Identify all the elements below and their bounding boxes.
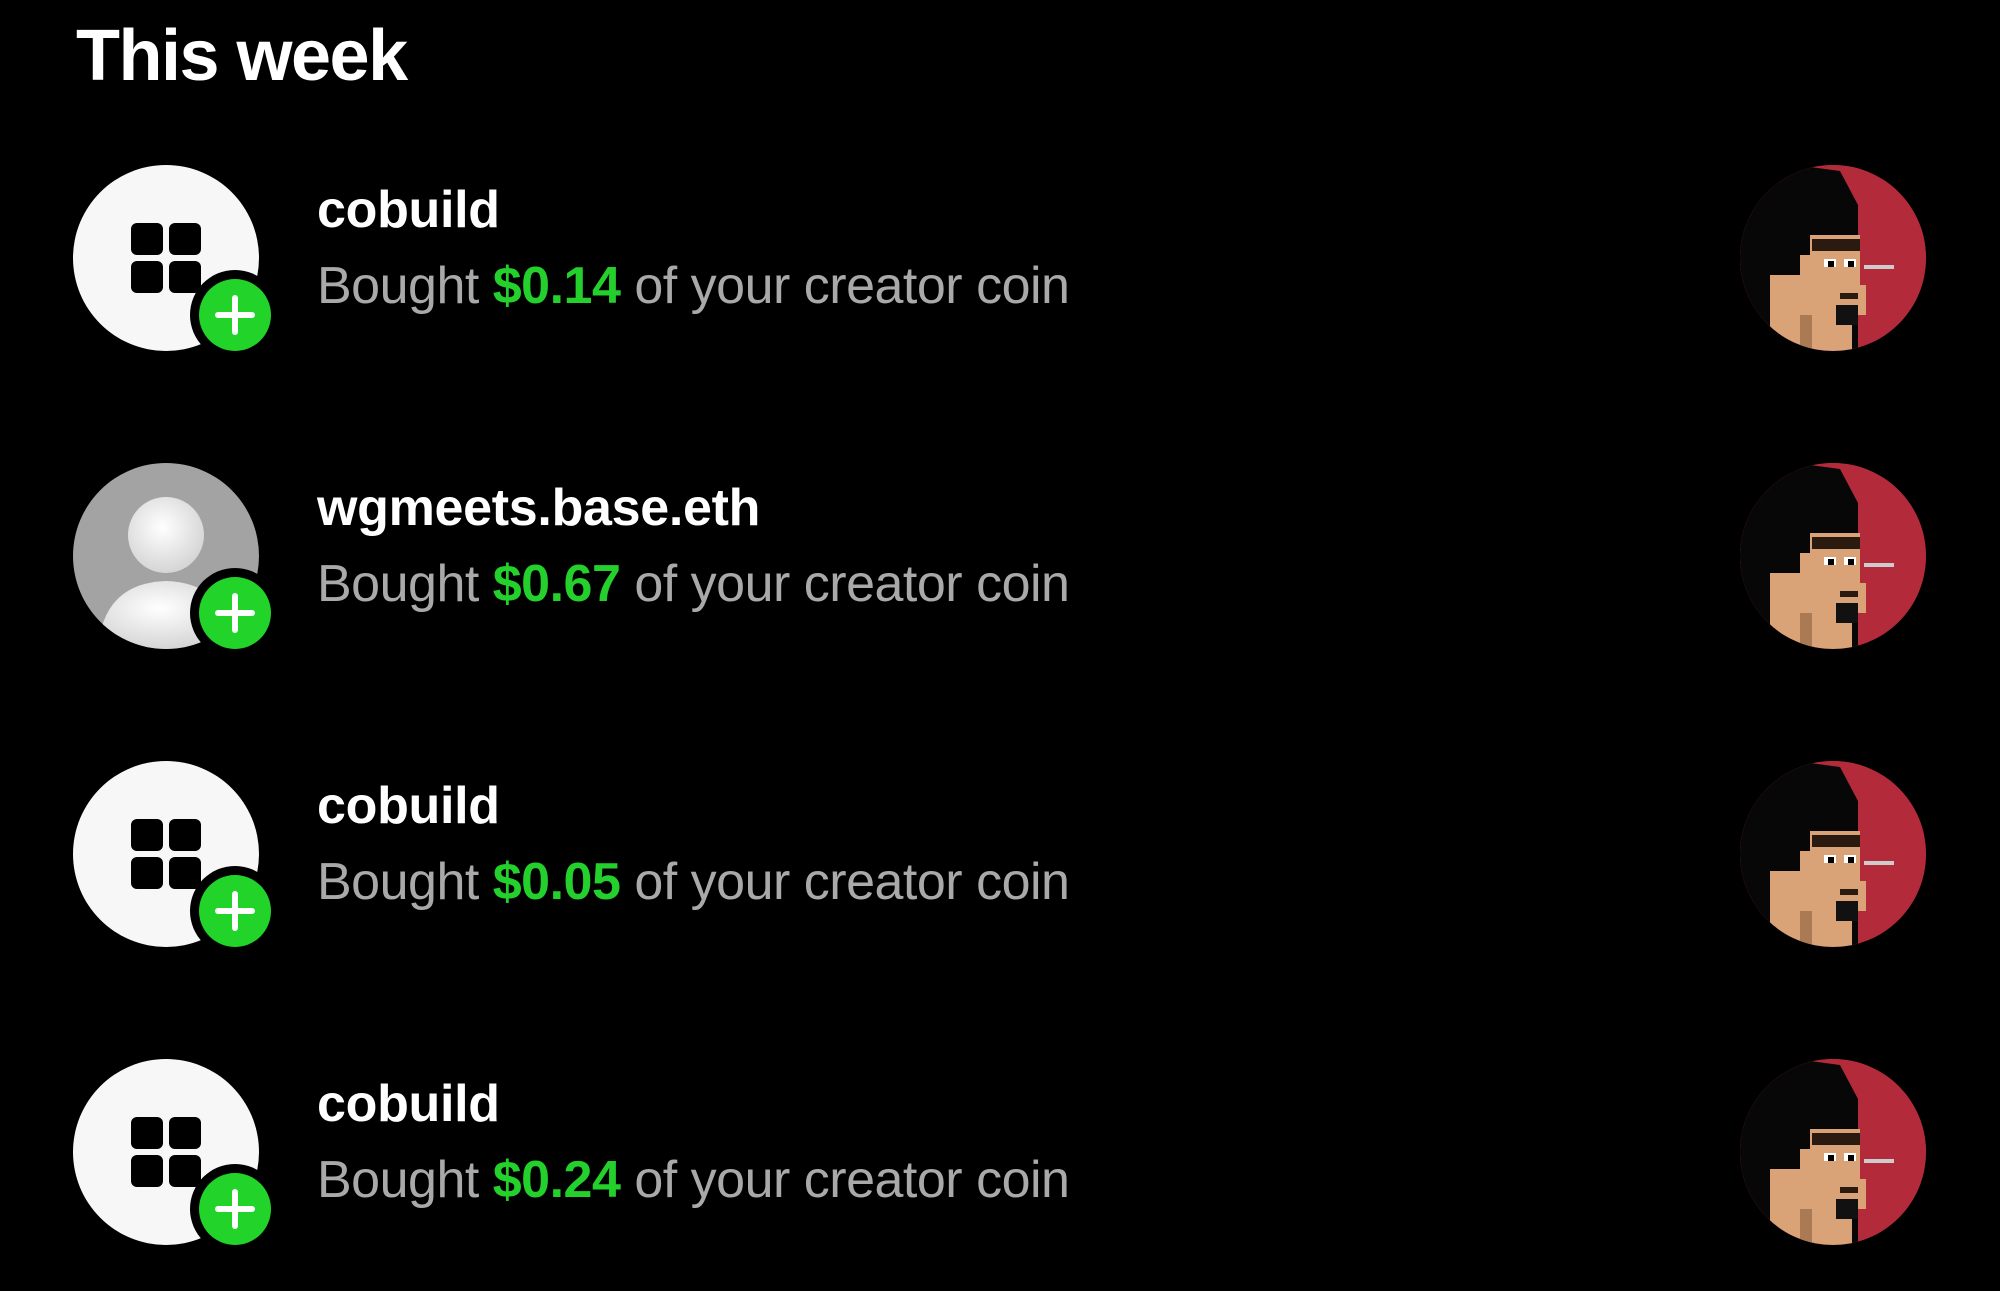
activity-amount: $0.67 <box>492 555 621 613</box>
follow-plus-button[interactable] <box>190 270 280 360</box>
activity-amount: $0.14 <box>492 257 621 315</box>
activity-prefix: Bought <box>317 1151 479 1209</box>
activity-suffix: of your creator coin <box>634 1151 1070 1209</box>
activity-suffix: of your creator coin <box>634 853 1070 911</box>
pixel-punk-avatar-icon <box>1740 761 1926 947</box>
activity-text: cobuild Bought $0.05 of your creator coi… <box>317 776 1070 912</box>
follow-plus-button[interactable] <box>190 1164 280 1254</box>
plus-icon <box>215 891 255 931</box>
activity-prefix: Bought <box>317 853 479 911</box>
pixel-punk-avatar-icon <box>1740 165 1926 351</box>
creator-coin-avatar[interactable] <box>1740 761 1926 947</box>
plus-icon <box>215 295 255 335</box>
follow-plus-button[interactable] <box>190 866 280 956</box>
activity-description: Bought $0.24 of your creator coin <box>317 1150 1070 1210</box>
activity-row[interactable]: wgmeets.base.eth Bought $0.67 of your cr… <box>0 458 2000 658</box>
plus-icon <box>215 1189 255 1229</box>
creator-coin-avatar[interactable] <box>1740 1059 1926 1245</box>
follow-plus-button[interactable] <box>190 568 280 658</box>
activity-prefix: Bought <box>317 555 479 613</box>
activity-row[interactable]: cobuild Bought $0.24 of your creator coi… <box>0 1054 2000 1254</box>
user-avatar[interactable] <box>73 165 280 360</box>
activity-prefix: Bought <box>317 257 479 315</box>
activity-description: Bought $0.67 of your creator coin <box>317 554 1070 614</box>
user-avatar[interactable] <box>73 761 280 956</box>
creator-coin-avatar[interactable] <box>1740 165 1926 351</box>
pixel-punk-avatar-icon <box>1740 463 1926 649</box>
activity-text: wgmeets.base.eth Bought $0.67 of your cr… <box>317 478 1070 614</box>
activity-text: cobuild Bought $0.24 of your creator coi… <box>317 1074 1070 1210</box>
activity-row[interactable]: cobuild Bought $0.14 of your creator coi… <box>0 160 2000 360</box>
plus-icon <box>215 593 255 633</box>
user-avatar[interactable] <box>73 463 280 658</box>
activity-suffix: of your creator coin <box>634 257 1070 315</box>
activity-suffix: of your creator coin <box>634 555 1070 613</box>
activity-username[interactable]: wgmeets.base.eth <box>317 478 1069 538</box>
creator-coin-avatar[interactable] <box>1740 463 1926 649</box>
activity-username[interactable]: cobuild <box>317 180 1069 240</box>
activity-text: cobuild Bought $0.14 of your creator coi… <box>317 180 1070 316</box>
activity-username[interactable]: cobuild <box>317 776 1069 836</box>
pixel-punk-avatar-icon <box>1740 1059 1926 1245</box>
activity-username[interactable]: cobuild <box>317 1074 1069 1134</box>
activity-list: cobuild Bought $0.14 of your creator coi… <box>0 0 2000 1291</box>
activity-description: Bought $0.05 of your creator coin <box>317 852 1070 912</box>
activity-amount: $0.24 <box>492 1151 621 1209</box>
activity-row[interactable]: cobuild Bought $0.05 of your creator coi… <box>0 756 2000 956</box>
activity-amount: $0.05 <box>492 853 621 911</box>
activity-description: Bought $0.14 of your creator coin <box>317 256 1070 316</box>
user-avatar[interactable] <box>73 1059 280 1254</box>
